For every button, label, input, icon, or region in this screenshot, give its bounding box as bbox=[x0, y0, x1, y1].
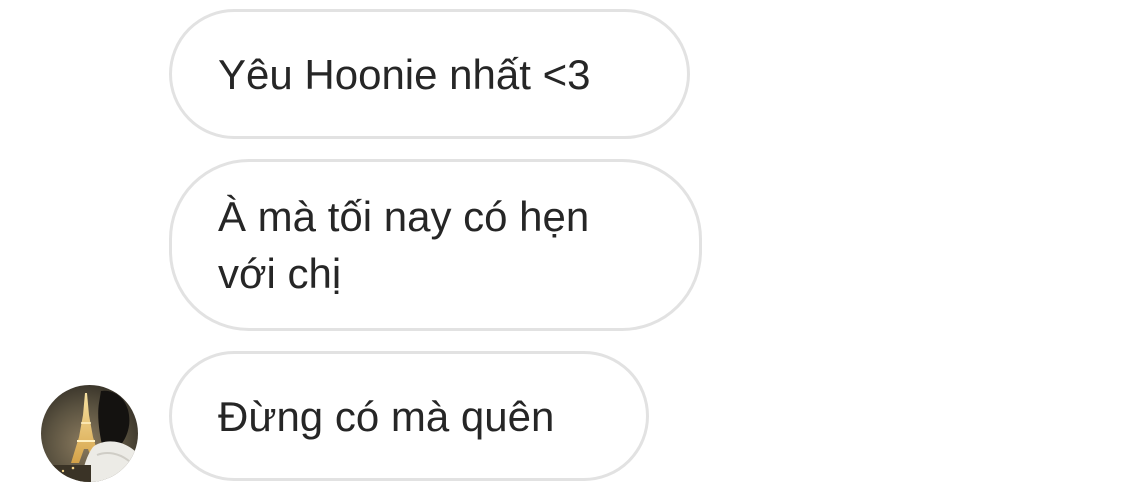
avatar[interactable] bbox=[41, 385, 138, 482]
message-text: Yêu Hoonie nhất <3 bbox=[218, 50, 591, 98]
message-text: Đừng có mà quên bbox=[218, 392, 555, 440]
message-bubble[interactable]: Yêu Hoonie nhất <3 bbox=[169, 9, 690, 139]
message-text: À mà tối nay có hẹn với chị bbox=[218, 193, 590, 297]
profile-photo-icon bbox=[41, 385, 138, 482]
message-bubble[interactable]: À mà tối nay có hẹn với chị bbox=[169, 159, 702, 331]
message-bubble[interactable]: Đừng có mà quên bbox=[169, 351, 649, 481]
